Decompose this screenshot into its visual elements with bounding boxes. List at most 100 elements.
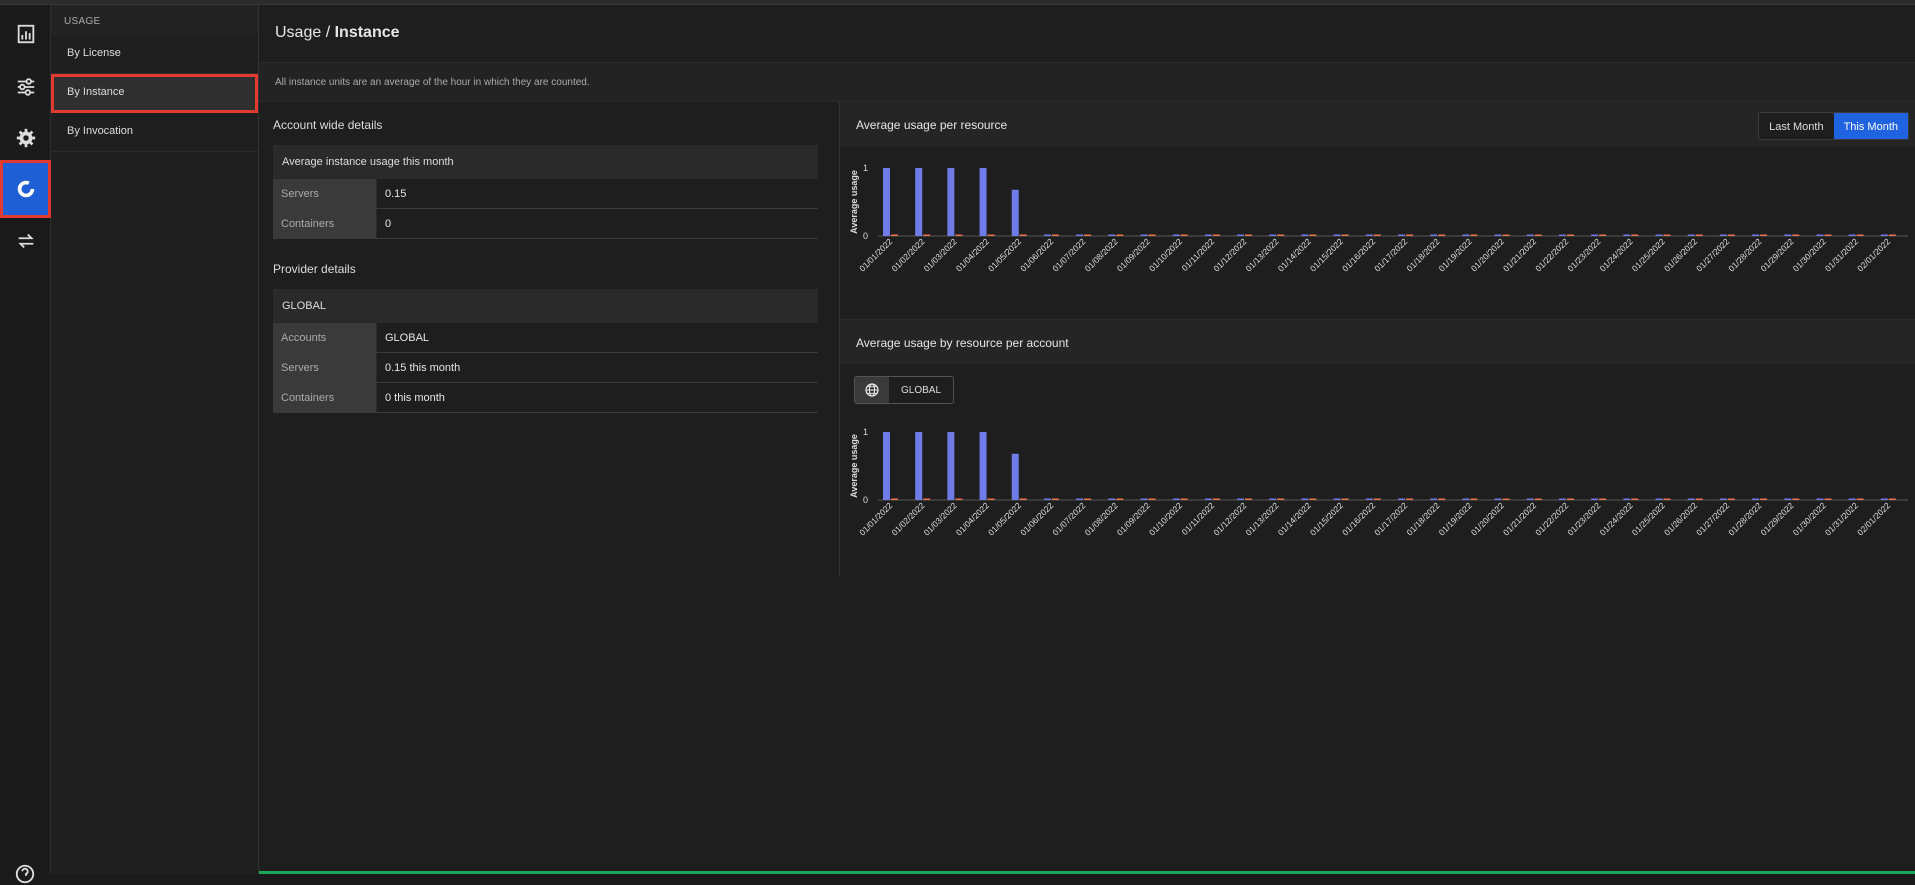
row-value: 0 [385, 218, 392, 230]
bar [979, 432, 987, 500]
row-value: 0 this month [385, 392, 445, 404]
bar [1406, 234, 1413, 236]
bar [891, 498, 898, 500]
x-tick-label: 01/04/2022 [954, 500, 991, 537]
bar [1245, 498, 1253, 500]
x-tick-label: 01/07/2022 [1050, 500, 1087, 537]
bar [1695, 498, 1703, 500]
last-month-button[interactable]: Last Month [1759, 113, 1834, 139]
title-prefix: Usage / [275, 24, 335, 41]
bar [1848, 234, 1856, 236]
bar [947, 168, 955, 236]
y-tick-label: 0 [863, 495, 868, 505]
x-tick-label: 01/14/2022 [1276, 500, 1313, 537]
x-tick-label: 01/01/2022 [857, 500, 894, 537]
bar [1438, 234, 1446, 236]
account-chip-global[interactable]: GLOBAL [854, 376, 955, 404]
bar [1558, 234, 1566, 236]
dashboard-nav-button[interactable] [0, 9, 51, 59]
bar [1824, 498, 1832, 500]
bar [1816, 498, 1824, 500]
bar [1526, 234, 1534, 236]
page-title: Usage / Instance [275, 24, 400, 42]
x-tick-label: 01/02/2022 [889, 500, 926, 537]
x-tick-label: 01/17/2022 [1372, 500, 1409, 537]
x-tick-label: 01/16/2022 [1340, 236, 1377, 273]
bar [1204, 498, 1212, 500]
x-tick-label: 01/30/2022 [1791, 236, 1828, 273]
account-card-title: Average instance usage this month [273, 145, 818, 179]
icon-rail [0, 5, 51, 884]
x-tick-label: 01/12/2022 [1211, 500, 1248, 537]
bar [987, 234, 995, 236]
x-tick-label: 01/23/2022 [1565, 500, 1602, 537]
bar [1752, 498, 1760, 500]
subnav-item-by-license[interactable]: By License [51, 35, 258, 74]
x-tick-label: 02/01/2022 [1855, 236, 1892, 273]
x-tick-label: 01/03/2022 [922, 500, 959, 537]
bar [1269, 234, 1277, 236]
bar [1269, 498, 1277, 500]
row-key: Accounts [273, 323, 377, 352]
x-tick-label: 01/08/2022 [1083, 236, 1120, 273]
configuration-nav-button[interactable] [0, 113, 51, 163]
x-tick-label: 01/04/2022 [954, 236, 991, 273]
bar [1398, 234, 1405, 236]
bar [1180, 498, 1188, 500]
x-tick-label: 01/27/2022 [1694, 500, 1731, 537]
transfer-nav-button[interactable] [0, 216, 51, 266]
subnav-item-by-instance[interactable]: By Instance [51, 74, 258, 113]
bar [1462, 498, 1470, 500]
bar [1784, 498, 1792, 500]
usage-per-account-chart: Average usage 0 1 01/01/2022 01/02/2022 01/03… [840, 410, 1915, 583]
row-value: 0.15 [385, 188, 407, 200]
bar [1373, 234, 1381, 236]
bar [1212, 498, 1220, 500]
row-key: Containers [273, 209, 377, 238]
panel-usage-per-account-header: Average usage by resource per account [840, 320, 1915, 364]
main-content: Usage / Instance All instance units are … [259, 5, 1915, 871]
bar [1309, 498, 1317, 500]
bar [1011, 189, 1019, 236]
globe-icon [855, 377, 889, 403]
usage-icon [17, 180, 34, 198]
bar [1277, 234, 1285, 236]
bar [1784, 234, 1792, 236]
bar [1880, 234, 1888, 236]
x-tick-label: 01/29/2022 [1759, 500, 1796, 537]
this-month-button[interactable]: This Month [1833, 113, 1908, 139]
x-tick-label: 01/25/2022 [1630, 236, 1667, 273]
x-tick-label: 01/24/2022 [1598, 236, 1635, 273]
chart-svg: Average usage 0 1 01/01/202201/02/202201/03… [849, 427, 1908, 537]
bar [1237, 498, 1245, 500]
bar [1792, 234, 1800, 236]
x-tick-label: 01/29/2022 [1759, 236, 1796, 273]
bar [1623, 498, 1631, 500]
bar [1502, 234, 1510, 236]
bar [1108, 234, 1116, 236]
x-tick-label: 01/20/2022 [1469, 236, 1506, 273]
x-tick-label: 01/11/2022 [1180, 236, 1217, 273]
bar [1824, 234, 1832, 236]
bar [883, 168, 890, 236]
bar [987, 498, 995, 500]
account-chips: GLOBAL [840, 364, 1915, 410]
subnav-item-by-invocation[interactable]: By Invocation [51, 113, 258, 152]
bar [923, 498, 931, 500]
bar [1566, 234, 1574, 236]
settings-sliders-nav-button[interactable] [0, 62, 51, 112]
bar [1599, 498, 1607, 500]
bar [1888, 498, 1896, 500]
usage-nav-button[interactable] [0, 160, 51, 218]
help-icon[interactable] [14, 863, 36, 885]
x-tick-label: 01/18/2022 [1404, 500, 1441, 537]
bar [1043, 234, 1051, 236]
bar [1301, 234, 1309, 236]
bar [1365, 498, 1373, 500]
bar [1084, 234, 1092, 236]
bar [1084, 498, 1092, 500]
bar [1438, 498, 1446, 500]
bar [1341, 234, 1349, 236]
bar [1309, 234, 1317, 236]
chip-label: GLOBAL [901, 385, 942, 396]
